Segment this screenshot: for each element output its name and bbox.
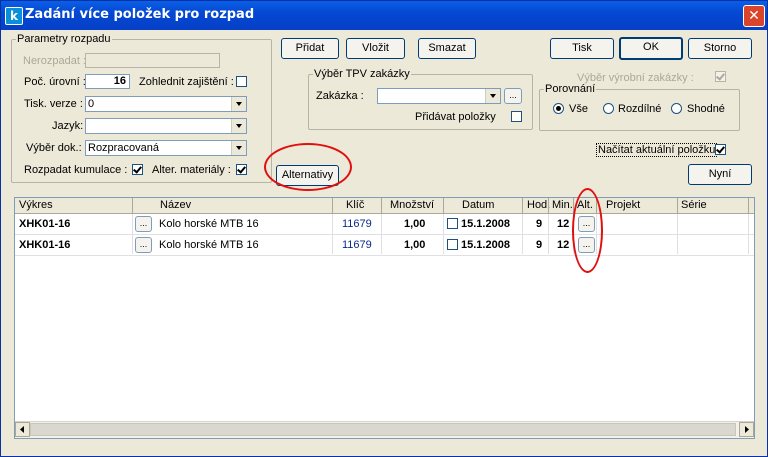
radio-vse-label: Vše — [569, 103, 588, 115]
zakazka-label: Zakázka : — [316, 90, 364, 102]
app-icon: k — [5, 7, 23, 25]
nacitat-checkbox[interactable] — [715, 144, 726, 155]
vlozit-button[interactable]: Vložit — [346, 38, 405, 59]
tisk-verze-value: 0 — [88, 98, 95, 110]
nerozpadat-field — [85, 53, 220, 68]
row-checkbox[interactable] — [447, 239, 458, 250]
alt-button[interactable]: ... — [578, 216, 595, 232]
cell-nazev: Kolo horské MTB 16 — [159, 218, 259, 230]
chevron-down-icon[interactable] — [231, 97, 246, 111]
params-legend: Parametry rozpadu — [17, 33, 111, 45]
chevron-right-icon — [745, 426, 749, 433]
table-header: Výkres Název Klíč Množství Datum Hod. Mi… — [15, 198, 754, 214]
row-browse-button[interactable]: ... — [135, 216, 152, 232]
scroll-left-arrow[interactable] — [15, 422, 30, 437]
col-projekt[interactable]: Projekt — [606, 199, 640, 211]
alt-button[interactable]: ... — [578, 237, 595, 253]
window-title: Zadání více položek pro rozpad — [25, 7, 255, 22]
rozpadat-kumulace-label: Rozpadat kumulace : — [24, 164, 128, 176]
zohlednit-checkbox[interactable] — [236, 76, 247, 87]
vyber-dok-label: Výběr dok.: — [26, 142, 82, 154]
tisk-verze-select[interactable]: 0 — [85, 96, 247, 112]
cell-mnozstvi: 1,00 — [404, 239, 426, 251]
chevron-left-icon — [20, 426, 24, 433]
vyber-dok-select[interactable]: Rozpracovaná — [85, 140, 247, 156]
nerozpadat-label: Nerozpadat : — [23, 55, 86, 67]
col-datum[interactable]: Datum — [462, 199, 494, 211]
col-min[interactable]: Min. — [552, 199, 573, 211]
cell-klic: 11679 — [342, 239, 372, 251]
alternativy-button[interactable]: Alternativy — [276, 165, 339, 186]
zohlednit-label: Zohlednit zajištění : — [139, 76, 234, 88]
cell-hod: 9 — [536, 239, 543, 251]
alter-materialy-checkbox[interactable] — [236, 164, 247, 175]
nacitat-label: Načítat aktuální položku — [596, 143, 718, 157]
row-checkbox[interactable] — [447, 218, 458, 229]
poc-urovni-field[interactable]: 16 — [85, 74, 130, 89]
zakazka-select[interactable] — [377, 88, 501, 104]
col-vykres[interactable]: Výkres — [19, 199, 53, 211]
scroll-thumb[interactable] — [30, 423, 736, 436]
cell-klic: 11679 — [342, 218, 372, 230]
cell-mnozstvi: 1,00 — [404, 218, 426, 230]
rozpadat-kumulace-checkbox[interactable] — [132, 164, 143, 175]
nyni-button[interactable]: Nyní — [688, 164, 752, 185]
col-alt[interactable]: Alt. — [577, 199, 593, 211]
radio-shodne[interactable] — [671, 103, 682, 114]
row-browse-button[interactable]: ... — [135, 237, 152, 253]
pridavat-polozky-label: Přidávat položky — [415, 111, 496, 123]
table-row[interactable]: XHK01-16 ... Kolo horské MTB 16 11679 1,… — [15, 214, 754, 235]
cell-nazev: Kolo horské MTB 16 — [159, 239, 259, 251]
cell-min: 12 — [557, 218, 570, 230]
jazyk-label: Jazyk: — [52, 120, 84, 132]
cell-hod: 9 — [536, 218, 543, 230]
dialog-body: Parametry rozpadu Nerozpadat : Poč. úrov… — [4, 30, 764, 453]
poc-urovni-label: Poč. úrovní : — [24, 76, 86, 88]
vyber-dok-value: Rozpracovaná — [88, 142, 159, 154]
title-bar[interactable]: k Zadání více položek pro rozpad ✕ — [1, 1, 767, 30]
vyrobni-zakazka-checkbox — [715, 71, 726, 82]
cell-vykres: XHK01-16 — [19, 218, 71, 230]
items-table[interactable]: Výkres Název Klíč Množství Datum Hod. Mi… — [14, 197, 755, 439]
tisk-verze-label: Tisk. verze : — [24, 98, 83, 110]
cell-datum: 15.1.2008 — [461, 239, 510, 251]
radio-shodne-label: Shodné — [687, 103, 725, 115]
storno-button[interactable]: Storno — [688, 38, 752, 59]
pridavat-polozky-checkbox[interactable] — [511, 111, 522, 122]
chevron-down-icon[interactable] — [485, 89, 500, 103]
dialog-window: k Zadání více položek pro rozpad ✕ Param… — [0, 0, 768, 457]
col-hod[interactable]: Hod. — [527, 199, 550, 211]
table-row[interactable]: XHK01-16 ... Kolo horské MTB 16 11679 1,… — [15, 235, 754, 256]
ok-button[interactable]: OK — [619, 37, 683, 60]
cell-vykres: XHK01-16 — [19, 239, 71, 251]
smazat-button[interactable]: Smazat — [418, 38, 476, 59]
horizontal-scrollbar[interactable] — [15, 421, 754, 438]
close-button[interactable]: ✕ — [743, 5, 765, 27]
scroll-right-arrow[interactable] — [739, 422, 754, 437]
cell-min: 12 — [557, 239, 570, 251]
radio-rozdilne-label: Rozdílné — [618, 103, 662, 115]
chevron-down-icon[interactable] — [231, 119, 246, 133]
col-mnozstvi[interactable]: Množství — [390, 199, 434, 211]
jazyk-select[interactable] — [85, 118, 247, 134]
col-serie[interactable]: Série — [681, 199, 707, 211]
tpv-legend: Výběr TPV zakázky — [314, 68, 410, 80]
zakazka-browse-button[interactable]: ... — [504, 88, 522, 104]
col-klic[interactable]: Klíč — [346, 199, 364, 211]
porovnani-legend: Porovnání — [545, 83, 596, 95]
chevron-down-icon[interactable] — [231, 141, 246, 155]
radio-rozdilne[interactable] — [603, 103, 614, 114]
tisk-button[interactable]: Tisk — [550, 38, 614, 59]
col-nazev[interactable]: Název — [160, 199, 191, 211]
radio-vse[interactable] — [553, 103, 564, 114]
alter-materialy-label: Alter. materiály : — [152, 164, 231, 176]
cell-datum: 15.1.2008 — [461, 218, 510, 230]
pridat-button[interactable]: Přidat — [281, 38, 339, 59]
